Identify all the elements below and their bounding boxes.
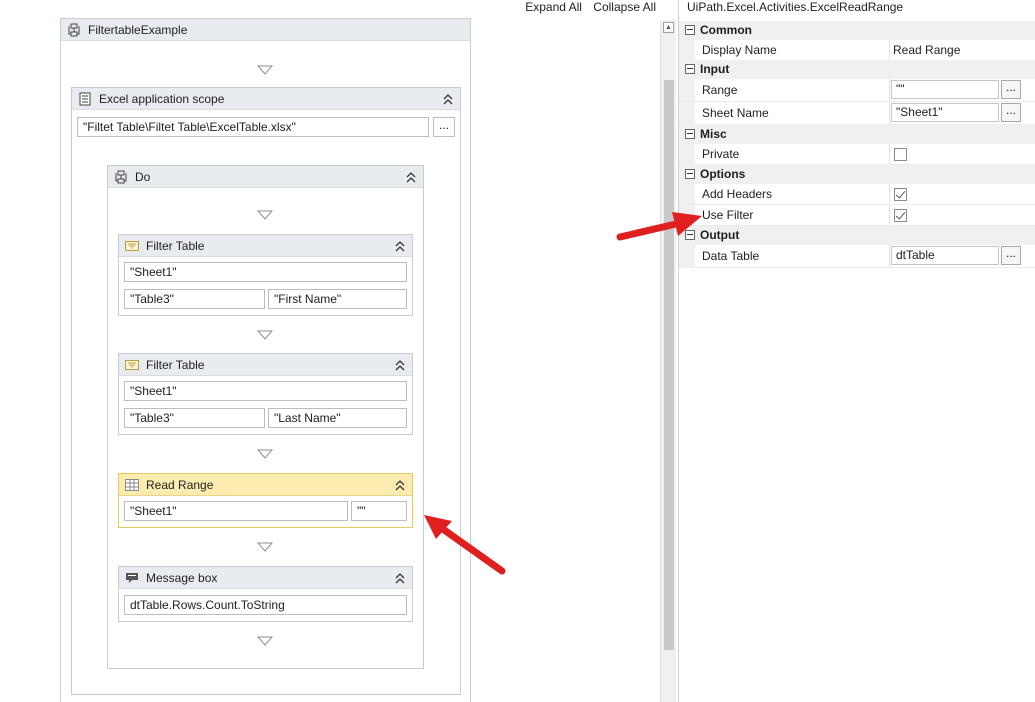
- data-table-input[interactable]: dtTable: [891, 246, 999, 265]
- excel-scope-icon: [78, 92, 92, 106]
- category-output[interactable]: Output: [679, 226, 1035, 245]
- property-name: Display Name: [702, 43, 777, 57]
- category-label: Common: [700, 23, 752, 37]
- read-range-icon: [125, 478, 139, 492]
- filter-table-header[interactable]: Filter Table: [119, 235, 412, 257]
- column-name-field[interactable]: "First Name": [268, 289, 407, 309]
- column-name-field[interactable]: "Last Name": [268, 408, 407, 428]
- category-label: Output: [700, 228, 740, 242]
- collapse-category-icon[interactable]: [685, 64, 695, 74]
- message-text-field[interactable]: dtTable.Rows.Count.ToString: [124, 595, 407, 615]
- sequence-icon: [67, 23, 81, 37]
- table-name-field[interactable]: "Table3": [124, 289, 265, 309]
- drop-arrow-icon: [257, 636, 273, 646]
- drop-arrow-icon: [257, 330, 273, 340]
- category-misc[interactable]: Misc: [679, 125, 1035, 144]
- workbook-path-field[interactable]: "Filtet Table\Filtet Table\ExcelTable.xl…: [77, 117, 429, 137]
- property-name: Range: [702, 83, 738, 97]
- add-headers-checkbox[interactable]: [894, 188, 907, 201]
- property-name: Use Filter: [702, 208, 754, 222]
- display-name-value[interactable]: Read Range: [893, 40, 960, 61]
- expand-all-link[interactable]: Expand All: [525, 0, 582, 14]
- sheet-name-input[interactable]: "Sheet1": [891, 103, 999, 122]
- root-sequence-title: FiltertableExample: [88, 22, 188, 37]
- filter-table-title: Filter Table: [146, 238, 205, 253]
- message-box-header[interactable]: Message box: [119, 567, 412, 589]
- category-label: Options: [700, 167, 746, 181]
- sheet-name-field[interactable]: "Sheet1": [124, 501, 348, 521]
- property-row[interactable]: Use Filter: [679, 205, 1035, 226]
- collapse-icon[interactable]: [394, 571, 406, 585]
- category-input[interactable]: Input: [679, 60, 1035, 79]
- drop-arrow-icon: [257, 210, 273, 220]
- collapse-category-icon[interactable]: [685, 230, 695, 240]
- category-label: Input: [700, 62, 730, 76]
- properties-panel: UiPath.Excel.Activities.ExcelReadRange C…: [678, 0, 1035, 702]
- properties-title: UiPath.Excel.Activities.ExcelReadRange: [687, 0, 904, 14]
- property-row[interactable]: Sheet Name "Sheet1" ...: [679, 102, 1035, 125]
- property-row[interactable]: Data Table dtTable ...: [679, 245, 1035, 268]
- message-box-title: Message box: [146, 570, 218, 585]
- browse-button[interactable]: ...: [433, 117, 455, 137]
- drop-arrow-icon: [257, 542, 273, 552]
- excel-scope-title: Excel application scope: [99, 91, 225, 106]
- root-sequence-header[interactable]: FiltertableExample: [61, 19, 470, 41]
- property-name: Private: [702, 147, 740, 161]
- collapse-icon[interactable]: [394, 358, 406, 372]
- sequence-icon: [114, 170, 128, 184]
- designer-scrollbar[interactable]: ▲: [660, 20, 676, 702]
- collapse-icon[interactable]: [405, 170, 417, 184]
- property-row[interactable]: Display Name Read Range: [679, 40, 1035, 61]
- collapse-category-icon[interactable]: [685, 129, 695, 139]
- sheet-name-field[interactable]: "Sheet1": [124, 381, 407, 401]
- excel-scope-header[interactable]: Excel application scope: [72, 88, 460, 110]
- read-range-title: Read Range: [146, 477, 214, 492]
- sheet-name-browse-button[interactable]: ...: [1001, 103, 1021, 122]
- collapse-icon[interactable]: [394, 478, 406, 492]
- collapse-icon[interactable]: [394, 239, 406, 253]
- data-table-browse-button[interactable]: ...: [1001, 246, 1021, 265]
- scroll-thumb[interactable]: [664, 80, 674, 650]
- property-row[interactable]: Range "" ...: [679, 79, 1035, 102]
- filter-table-icon: [125, 239, 139, 253]
- property-name: Data Table: [702, 249, 760, 263]
- property-name: Add Headers: [702, 187, 773, 201]
- table-name-field[interactable]: "Table3": [124, 408, 265, 428]
- range-input[interactable]: "": [891, 80, 999, 99]
- property-row[interactable]: Add Headers: [679, 184, 1035, 205]
- range-field[interactable]: "": [351, 501, 407, 521]
- use-filter-checkbox[interactable]: [894, 209, 907, 222]
- sheet-name-field[interactable]: "Sheet1": [124, 262, 407, 282]
- category-label: Misc: [700, 127, 727, 141]
- filter-table-header[interactable]: Filter Table: [119, 354, 412, 376]
- category-common[interactable]: Common: [679, 21, 1035, 40]
- drop-arrow-icon: [257, 449, 273, 459]
- designer-toolbar: Expand All Collapse All: [517, 0, 656, 14]
- collapse-icon[interactable]: [442, 92, 454, 106]
- filter-table-icon: [125, 358, 139, 372]
- do-sequence-header[interactable]: Do: [108, 166, 423, 188]
- do-sequence-title: Do: [135, 169, 151, 184]
- drop-arrow-icon: [257, 65, 273, 75]
- collapse-all-link[interactable]: Collapse All: [593, 0, 656, 14]
- read-range-header[interactable]: Read Range: [119, 474, 412, 496]
- range-browse-button[interactable]: ...: [1001, 80, 1021, 99]
- workflow-designer: Expand All Collapse All FiltertableExamp…: [0, 0, 660, 702]
- scroll-up-icon[interactable]: ▲: [663, 22, 674, 33]
- collapse-category-icon[interactable]: [685, 169, 695, 179]
- property-row[interactable]: Private: [679, 144, 1035, 165]
- private-checkbox[interactable]: [894, 148, 907, 161]
- filter-table-title: Filter Table: [146, 357, 205, 372]
- collapse-category-icon[interactable]: [685, 25, 695, 35]
- message-box-icon: [125, 571, 139, 585]
- category-options[interactable]: Options: [679, 165, 1035, 184]
- property-name: Sheet Name: [702, 106, 769, 120]
